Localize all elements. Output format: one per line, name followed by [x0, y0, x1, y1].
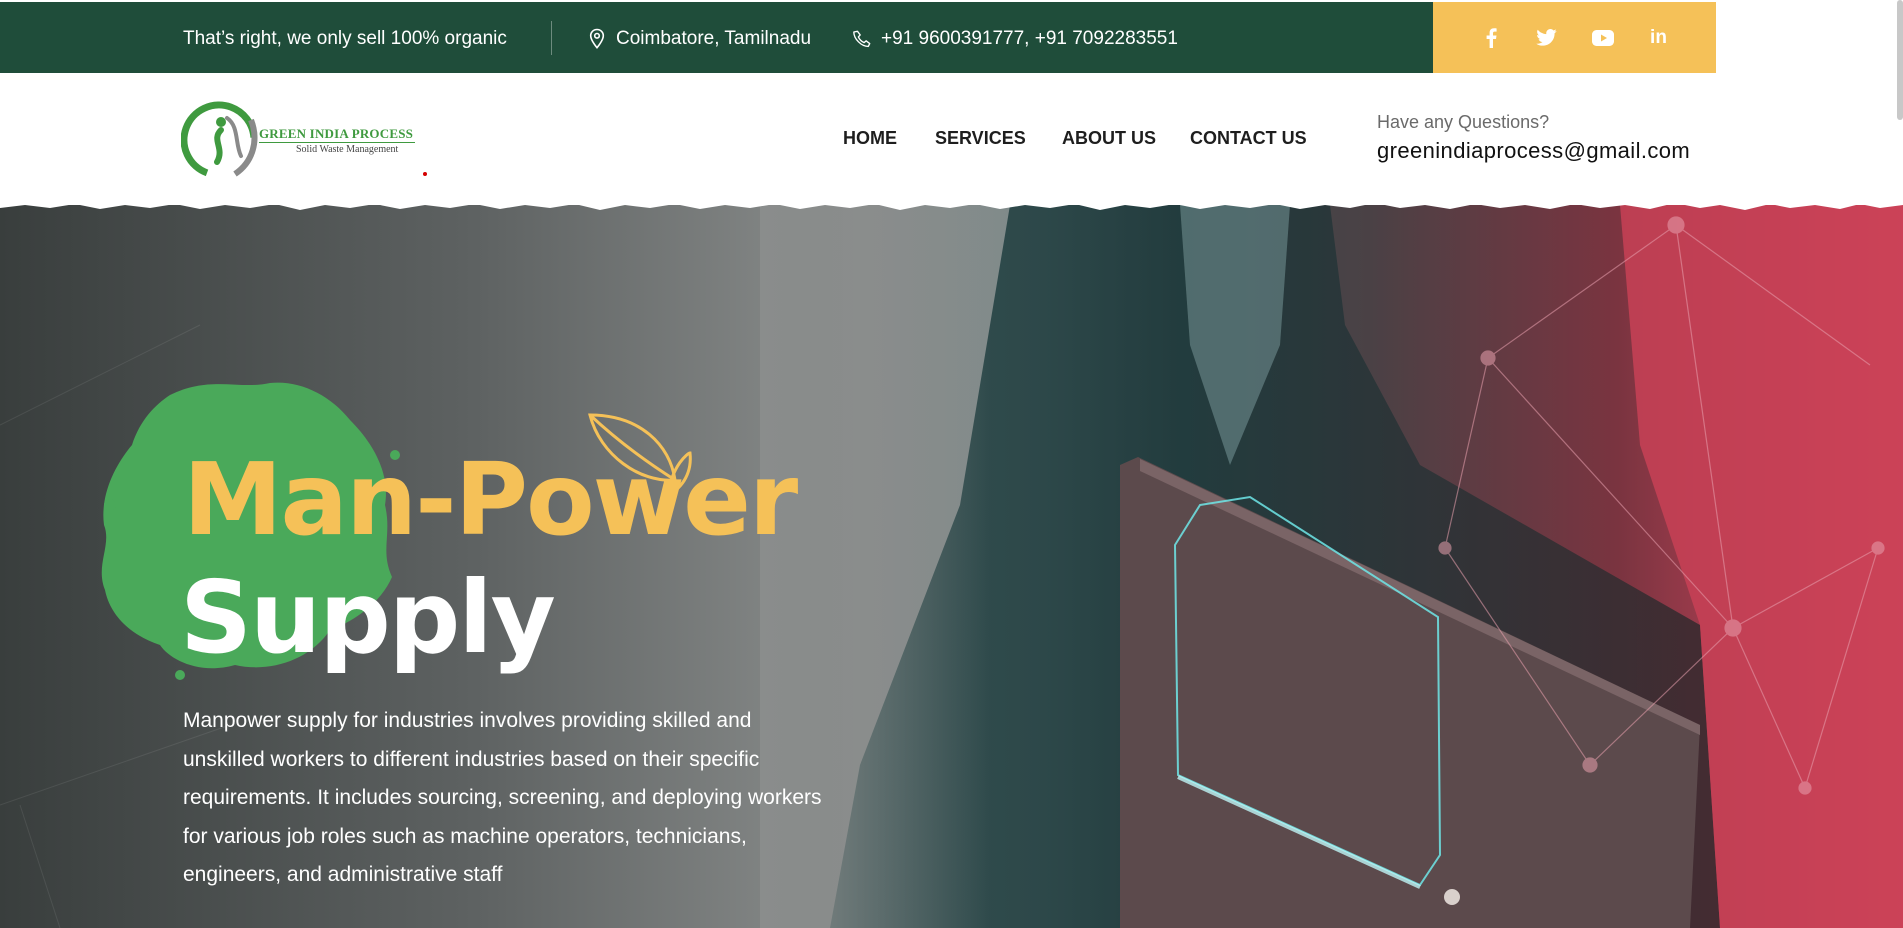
phone-icon — [853, 30, 871, 48]
youtube-icon — [1591, 29, 1614, 46]
site-logo[interactable]: GREEN INDIA PROCESS Solid Waste Manageme… — [181, 100, 421, 180]
nav-about-us[interactable]: ABOUT US — [1062, 128, 1156, 149]
page-scrollbar[interactable] — [1897, 0, 1903, 120]
hero-headline-line2: Supply — [180, 559, 556, 676]
hero-banner: Man-Power Supply Manpower supply for ind… — [0, 205, 1903, 928]
twitter-link[interactable] — [1519, 2, 1575, 73]
logo-subtitle: Solid Waste Management — [296, 144, 399, 155]
torn-paper-edge — [0, 196, 1903, 210]
top-info-bar: That’s right, we only sell 100% organic … — [0, 2, 1433, 73]
red-dot — [423, 172, 427, 176]
social-links: in — [1433, 2, 1716, 73]
nav-contact-us[interactable]: CONTACT US — [1190, 128, 1307, 149]
top-bar-divider — [551, 21, 552, 55]
youtube-link[interactable] — [1575, 2, 1631, 73]
logo-rule — [259, 142, 415, 143]
facebook-icon — [1486, 27, 1497, 48]
questions-label: Have any Questions? — [1377, 112, 1550, 132]
linkedin-link[interactable]: in — [1631, 2, 1687, 73]
facebook-link[interactable] — [1463, 2, 1519, 73]
location-text: Coimbatore, Tamilnadu — [616, 28, 812, 49]
nav-home[interactable]: HOME — [843, 128, 897, 149]
linkedin-icon: in — [1650, 26, 1667, 48]
hero-description: Manpower supply for industries involves … — [183, 709, 822, 886]
twitter-icon — [1536, 29, 1557, 46]
logo-mark-icon — [181, 101, 258, 179]
logo-title: GREEN INDIA PROCESS — [259, 126, 414, 141]
hero-headline-line1: Man-Power — [183, 441, 798, 558]
tagline: That’s right, we only sell 100% organic — [183, 28, 507, 49]
phone-text: +91 9600391777, +91 7092283551 — [881, 28, 1178, 49]
location: Coimbatore, Tamilnadu — [587, 28, 811, 50]
location-pin-icon — [589, 28, 605, 49]
nav-services[interactable]: SERVICES — [935, 128, 1026, 149]
phone[interactable]: +91 9600391777, +91 7092283551 — [852, 28, 1178, 50]
contact-email-link[interactable]: greenindiaprocess@gmail.com — [1377, 138, 1690, 164]
